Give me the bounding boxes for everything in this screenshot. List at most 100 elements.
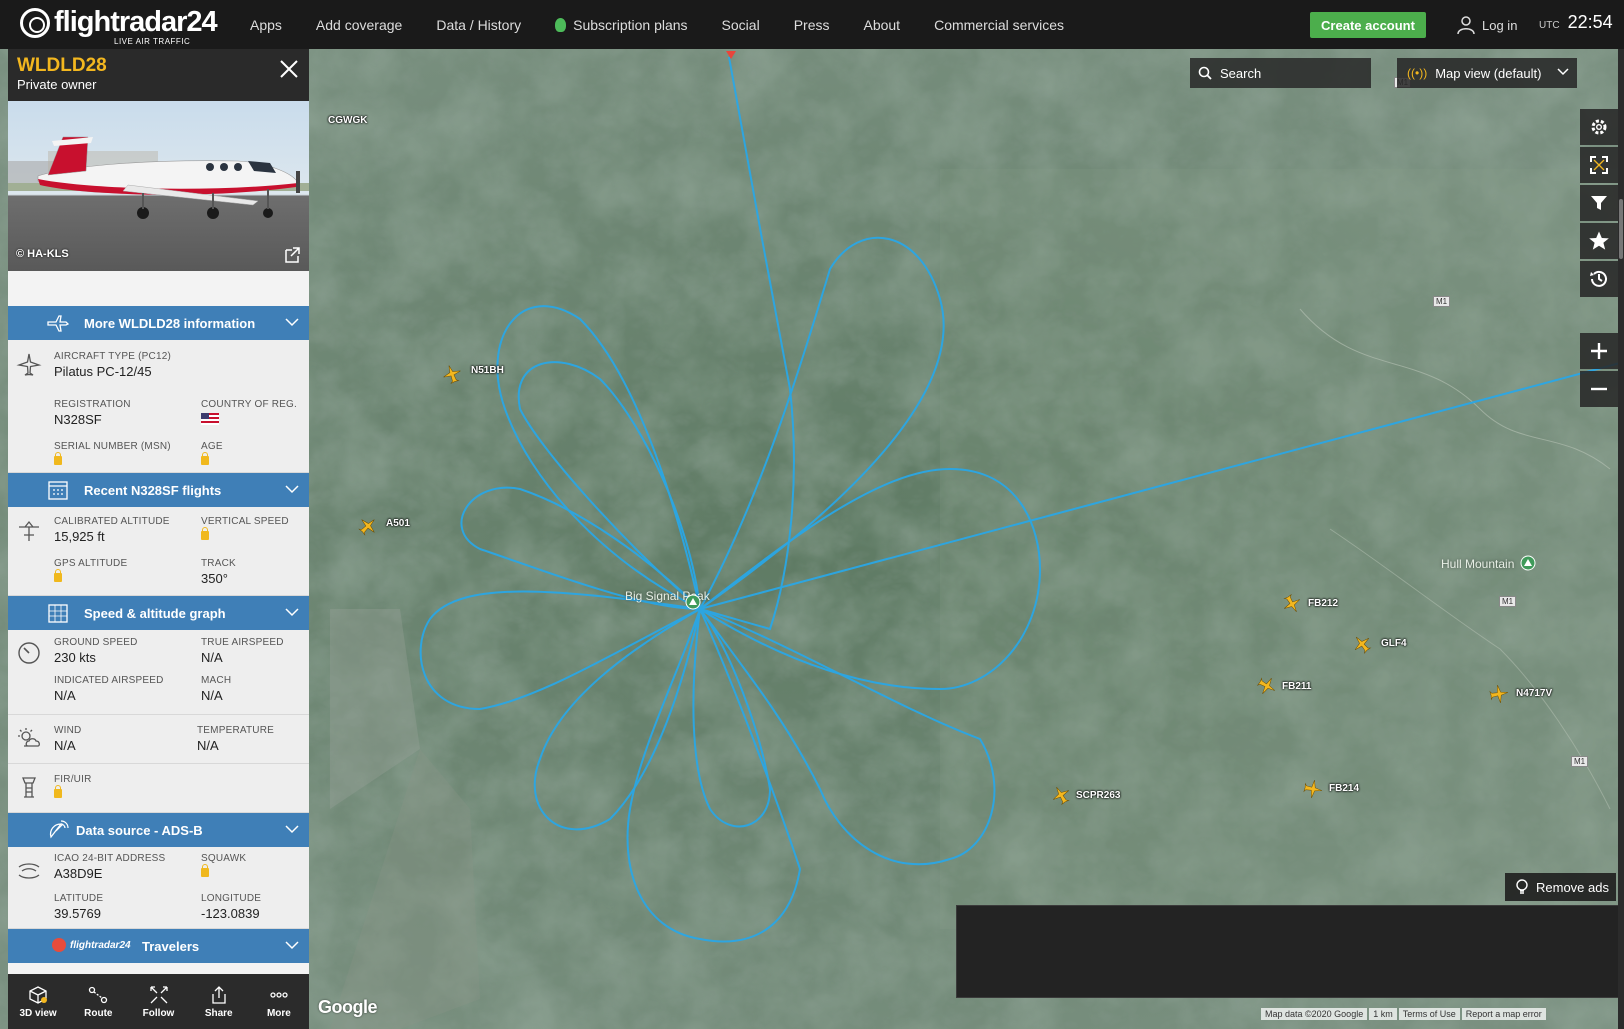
- squawk-field: SQUAWK: [201, 853, 246, 880]
- fullscreen-button[interactable]: [1580, 147, 1618, 183]
- zoom-in-button[interactable]: [1580, 333, 1618, 369]
- google-logo: Google: [318, 997, 378, 1017]
- lock-icon[interactable]: [54, 452, 62, 465]
- lock-icon[interactable]: [201, 864, 209, 877]
- photo-credit[interactable]: © HA-KLS: [16, 248, 69, 260]
- transponder-details: ICAO 24-BIT ADDRESS A38D9E SQUAWK LATITU…: [8, 847, 309, 929]
- 3d-view-label: 3D view: [19, 1007, 57, 1019]
- aircraft-owner: Private owner: [17, 77, 97, 92]
- map-attribution: Map data ©2020 Google 1 km Terms of Use …: [1259, 1007, 1546, 1021]
- mach-label: MACH: [201, 675, 232, 686]
- latitude-value: 39.5769: [54, 906, 101, 921]
- aircraft-label[interactable]: SCPR263: [1076, 790, 1120, 801]
- recent-flights-section-header[interactable]: Recent N328SF flights: [8, 473, 309, 507]
- registration-label: REGISTRATION: [54, 399, 131, 410]
- report-error-link[interactable]: Report a map error: [1461, 1008, 1546, 1020]
- zoom-out-button[interactable]: [1580, 371, 1618, 407]
- fr24-mini-text: flightradar24: [70, 939, 131, 951]
- login-link[interactable]: Log in: [1456, 14, 1517, 36]
- nav-subscription-label: Subscription plans: [573, 16, 688, 33]
- flightradar24-logo[interactable]: flightradar24 LIVE AIR TRAFFIC: [20, 6, 218, 46]
- nav-data-history[interactable]: Data / History: [436, 17, 521, 33]
- aircraft-label[interactable]: FB211: [1282, 681, 1311, 692]
- favorites-button[interactable]: [1580, 223, 1618, 259]
- lock-icon[interactable]: [201, 527, 209, 540]
- playback-button[interactable]: [1580, 261, 1618, 297]
- registration-field: REGISTRATION N328SF: [54, 399, 131, 427]
- logo-subtitle: LIVE AIR TRAFFIC: [114, 37, 191, 46]
- terms-link[interactable]: Terms of Use: [1398, 1008, 1460, 1020]
- more-info-section-header[interactable]: More WLDLD28 information: [8, 306, 309, 340]
- ground-speed-field: GROUND SPEED 230 kts: [54, 637, 138, 665]
- lock-icon[interactable]: [201, 452, 209, 465]
- page-scrollbar[interactable]: [1618, 49, 1624, 1029]
- aircraft-icon[interactable]: [1352, 634, 1372, 654]
- aircraft-label[interactable]: N51BH: [471, 365, 504, 376]
- flight-callsign: WLDLD28: [17, 55, 107, 76]
- search-box[interactable]: Search: [1190, 58, 1371, 88]
- lock-icon[interactable]: [54, 785, 62, 798]
- aircraft-label[interactable]: FB214: [1329, 783, 1359, 794]
- nav-add-coverage[interactable]: Add coverage: [316, 17, 402, 33]
- nav-press[interactable]: Press: [794, 17, 830, 33]
- temperature-value: N/A: [197, 738, 219, 753]
- weather-icon: [18, 728, 40, 747]
- nav-about[interactable]: About: [863, 17, 900, 33]
- aircraft-icon[interactable]: [1282, 594, 1302, 614]
- logo-ring-icon: [20, 8, 50, 38]
- lightbulb-icon: [555, 17, 567, 32]
- calibrated-altitude-label: CALIBRATED ALTITUDE: [54, 516, 170, 527]
- scrollbar-thumb[interactable]: [1619, 199, 1623, 259]
- nav-commercial-services[interactable]: Commercial services: [934, 17, 1064, 33]
- nav-social[interactable]: Social: [722, 17, 760, 33]
- aircraft-photo[interactable]: © HA-KLS: [8, 101, 309, 271]
- aircraft-label[interactable]: N4717V: [1516, 688, 1552, 699]
- data-source-section-header[interactable]: Data source - ADS-B: [8, 813, 309, 847]
- msn-label: SERIAL NUMBER (MSN): [54, 441, 171, 452]
- settings-button[interactable]: [1580, 109, 1618, 145]
- map-scale: 1 km: [1369, 1008, 1397, 1020]
- true-airspeed-field: TRUE AIRSPEED N/A: [201, 637, 284, 665]
- aircraft-type-value: Pilatus PC-12/45: [54, 364, 152, 379]
- lock-icon[interactable]: [54, 569, 62, 582]
- remove-ads-button[interactable]: Remove ads: [1505, 873, 1616, 901]
- aircraft-label[interactable]: A501: [386, 518, 410, 529]
- speed-graph-section-header[interactable]: Speed & altitude graph: [8, 596, 309, 630]
- map-view-dropdown[interactable]: ((•)) Map view (default): [1397, 58, 1577, 88]
- mountain-label: Hull Mountain: [1441, 557, 1515, 571]
- aircraft-label[interactable]: FB212: [1308, 598, 1338, 609]
- calendar-icon: [48, 481, 68, 500]
- aircraft-label[interactable]: CGWGK: [328, 115, 367, 126]
- road-shield-m1: M1: [1571, 756, 1589, 767]
- route-button[interactable]: Route: [68, 974, 128, 1029]
- weather-details: WIND N/A TEMPERATURE N/A: [8, 715, 309, 764]
- graph-icon: [48, 604, 68, 623]
- aircraft-photo-image: [8, 136, 309, 219]
- mountain-marker-icon[interactable]: [1520, 555, 1536, 571]
- nav-apps[interactable]: Apps: [250, 17, 282, 33]
- logo-brand-text: flightradar24: [54, 6, 218, 38]
- aircraft-icon[interactable]: [442, 364, 462, 384]
- follow-button[interactable]: Follow: [128, 974, 188, 1029]
- aircraft-icon[interactable]: [1303, 779, 1323, 799]
- map-view-label: Map view (default): [1435, 65, 1542, 81]
- map-toolbar: [1580, 109, 1618, 299]
- nav-subscription-plans[interactable]: Subscription plans: [555, 16, 688, 33]
- travelers-section-header[interactable]: flightradar24 Travelers: [8, 929, 309, 963]
- create-account-button[interactable]: Create account: [1310, 12, 1426, 38]
- close-icon[interactable]: [277, 57, 301, 81]
- app-root: flightradar24 LIVE AIR TRAFFIC Apps Add …: [0, 0, 1624, 1029]
- aircraft-label[interactable]: GLF4: [1381, 638, 1407, 649]
- filter-button[interactable]: [1580, 185, 1618, 221]
- more-dots-icon: [270, 991, 288, 998]
- share-button[interactable]: Share: [189, 974, 249, 1029]
- external-link-icon[interactable]: [283, 246, 301, 264]
- more-button[interactable]: More: [249, 974, 309, 1029]
- aircraft-icon[interactable]: [1489, 684, 1509, 704]
- aircraft-icon[interactable]: [1257, 676, 1277, 696]
- aircraft-icon[interactable]: [358, 516, 378, 536]
- 3d-view-button[interactable]: 3D view: [8, 974, 68, 1029]
- peak-marker-icon[interactable]: [685, 594, 701, 610]
- aircraft-icon[interactable]: [1051, 785, 1071, 805]
- wind-value: N/A: [54, 738, 76, 753]
